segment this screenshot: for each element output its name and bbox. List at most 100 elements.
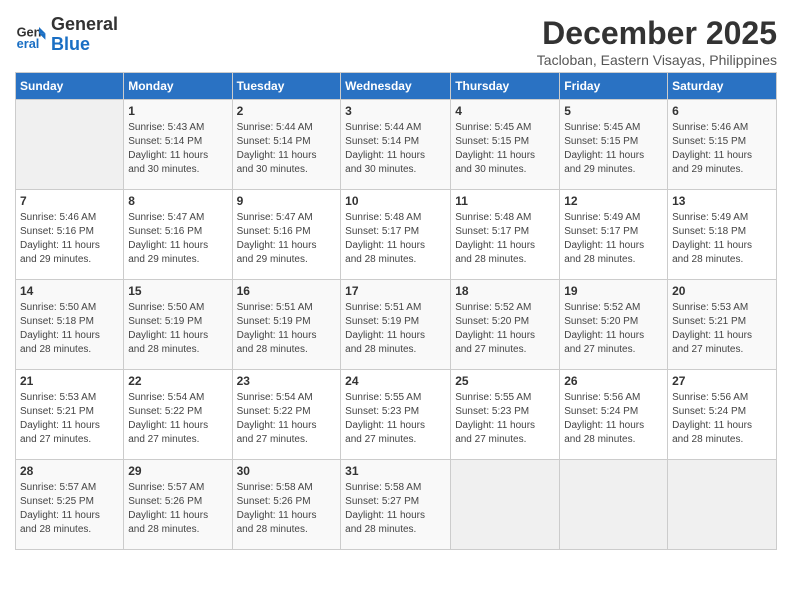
calendar-cell: 7 Sunrise: 5:46 AM Sunset: 5:16 PM Daylig… — [16, 190, 124, 280]
day-info: Sunrise: 5:58 AM Sunset: 5:26 PM Dayligh… — [237, 481, 337, 537]
calendar-cell: 21 Sunrise: 5:53 AM Sunset: 5:21 PM Dayli… — [16, 370, 124, 460]
calendar-cell: 20Sunrise: 5:53 AM Sunset: 5:21 PM Dayli… — [668, 280, 777, 370]
calendar-cell: 24 Sunrise: 5:55 AM Sunset: 5:23 PM Dayli… — [341, 370, 451, 460]
weekday-header-saturday: Saturday — [668, 73, 777, 100]
calendar-week-row: 14Sunrise: 5:50 AM Sunset: 5:18 PM Dayli… — [16, 280, 777, 370]
day-number: 11 — [455, 194, 555, 208]
day-info: Sunrise: 5:49 AM Sunset: 5:17 PM Dayligh… — [564, 211, 663, 267]
day-number: 20 — [672, 284, 772, 298]
day-number: 6 — [672, 104, 772, 118]
subtitle: Tacloban, Eastern Visayas, Philippines — [537, 52, 777, 68]
day-number: 24 — [345, 374, 446, 388]
calendar-cell: 26 Sunrise: 5:56 AM Sunset: 5:24 PM Dayli… — [560, 370, 668, 460]
calendar-cell: 11 Sunrise: 5:48 AM Sunset: 5:17 PM Dayli… — [451, 190, 560, 280]
day-number: 23 — [237, 374, 337, 388]
day-number: 18 — [455, 284, 555, 298]
page-header: Gen eral General Blue December 2025 Tacl… — [15, 15, 777, 68]
day-info: Sunrise: 5:58 AM Sunset: 5:27 PM Dayligh… — [345, 481, 446, 537]
calendar-cell: 19 Sunrise: 5:52 AM Sunset: 5:20 PM Dayli… — [560, 280, 668, 370]
day-number: 21 — [20, 374, 119, 388]
day-info: Sunrise: 5:56 AM Sunset: 5:24 PM Dayligh… — [564, 391, 663, 447]
calendar-cell: 27Sunrise: 5:56 AM Sunset: 5:24 PM Dayli… — [668, 370, 777, 460]
day-info: Sunrise: 5:55 AM Sunset: 5:23 PM Dayligh… — [345, 391, 446, 447]
day-info: Sunrise: 5:56 AM Sunset: 5:24 PM Dayligh… — [672, 391, 772, 447]
day-info: Sunrise: 5:46 AM Sunset: 5:16 PM Dayligh… — [20, 211, 119, 267]
calendar-cell: 6 Sunrise: 5:46 AM Sunset: 5:15 PM Daylig… — [668, 100, 777, 190]
calendar-cell: 9 Sunrise: 5:47 AM Sunset: 5:16 PM Daylig… — [232, 190, 341, 280]
calendar-table: SundayMondayTuesdayWednesdayThursdayFrid… — [15, 72, 777, 550]
day-info: Sunrise: 5:48 AM Sunset: 5:17 PM Dayligh… — [345, 211, 446, 267]
calendar-cell: 1 Sunrise: 5:43 AM Sunset: 5:14 PM Daylig… — [124, 100, 232, 190]
svg-text:eral: eral — [17, 36, 40, 51]
calendar-week-row: 28Sunrise: 5:57 AM Sunset: 5:25 PM Dayli… — [16, 460, 777, 550]
weekday-header-tuesday: Tuesday — [232, 73, 341, 100]
day-info: Sunrise: 5:48 AM Sunset: 5:17 PM Dayligh… — [455, 211, 555, 267]
calendar-week-row: 21 Sunrise: 5:53 AM Sunset: 5:21 PM Dayli… — [16, 370, 777, 460]
day-info: Sunrise: 5:51 AM Sunset: 5:19 PM Dayligh… — [237, 301, 337, 357]
day-info: Sunrise: 5:52 AM Sunset: 5:20 PM Dayligh… — [564, 301, 663, 357]
day-info: Sunrise: 5:54 AM Sunset: 5:22 PM Dayligh… — [237, 391, 337, 447]
calendar-cell: 17Sunrise: 5:51 AM Sunset: 5:19 PM Dayli… — [341, 280, 451, 370]
logo-icon: Gen eral — [15, 19, 47, 51]
day-info: Sunrise: 5:45 AM Sunset: 5:15 PM Dayligh… — [564, 121, 663, 177]
calendar-cell: 5 Sunrise: 5:45 AM Sunset: 5:15 PM Daylig… — [560, 100, 668, 190]
day-number: 4 — [455, 104, 555, 118]
calendar-cell — [451, 460, 560, 550]
day-number: 29 — [128, 464, 227, 478]
day-info: Sunrise: 5:45 AM Sunset: 5:15 PM Dayligh… — [455, 121, 555, 177]
calendar-cell: 16 Sunrise: 5:51 AM Sunset: 5:19 PM Dayli… — [232, 280, 341, 370]
calendar-cell: 8Sunrise: 5:47 AM Sunset: 5:16 PM Daylig… — [124, 190, 232, 280]
calendar-cell: 29 Sunrise: 5:57 AM Sunset: 5:26 PM Dayli… — [124, 460, 232, 550]
calendar-week-row: 7 Sunrise: 5:46 AM Sunset: 5:16 PM Daylig… — [16, 190, 777, 280]
calendar-cell: 3Sunrise: 5:44 AM Sunset: 5:14 PM Daylig… — [341, 100, 451, 190]
calendar-cell: 4 Sunrise: 5:45 AM Sunset: 5:15 PM Daylig… — [451, 100, 560, 190]
calendar-cell: 23 Sunrise: 5:54 AM Sunset: 5:22 PM Dayli… — [232, 370, 341, 460]
calendar-cell — [560, 460, 668, 550]
day-number: 17 — [345, 284, 446, 298]
day-number: 31 — [345, 464, 446, 478]
month-title: December 2025 — [537, 15, 777, 52]
weekday-header-thursday: Thursday — [451, 73, 560, 100]
day-number: 14 — [20, 284, 119, 298]
day-info: Sunrise: 5:52 AM Sunset: 5:20 PM Dayligh… — [455, 301, 555, 357]
day-number: 9 — [237, 194, 337, 208]
calendar-cell: 28Sunrise: 5:57 AM Sunset: 5:25 PM Dayli… — [16, 460, 124, 550]
day-info: Sunrise: 5:53 AM Sunset: 5:21 PM Dayligh… — [20, 391, 119, 447]
day-number: 1 — [128, 104, 227, 118]
day-number: 7 — [20, 194, 119, 208]
day-info: Sunrise: 5:55 AM Sunset: 5:23 PM Dayligh… — [455, 391, 555, 447]
weekday-header-wednesday: Wednesday — [341, 73, 451, 100]
calendar-cell: 2Sunrise: 5:44 AM Sunset: 5:14 PM Daylig… — [232, 100, 341, 190]
day-number: 19 — [564, 284, 663, 298]
day-number: 13 — [672, 194, 772, 208]
calendar-week-row: 1 Sunrise: 5:43 AM Sunset: 5:14 PM Daylig… — [16, 100, 777, 190]
day-number: 30 — [237, 464, 337, 478]
calendar-cell: 10 Sunrise: 5:48 AM Sunset: 5:17 PM Dayli… — [341, 190, 451, 280]
day-info: Sunrise: 5:57 AM Sunset: 5:26 PM Dayligh… — [128, 481, 227, 537]
calendar-cell: 18 Sunrise: 5:52 AM Sunset: 5:20 PM Dayli… — [451, 280, 560, 370]
day-info: Sunrise: 5:47 AM Sunset: 5:16 PM Dayligh… — [237, 211, 337, 267]
day-number: 8 — [128, 194, 227, 208]
day-number: 5 — [564, 104, 663, 118]
calendar-cell — [668, 460, 777, 550]
weekday-header-sunday: Sunday — [16, 73, 124, 100]
title-section: December 2025 Tacloban, Eastern Visayas,… — [537, 15, 777, 68]
weekday-header-friday: Friday — [560, 73, 668, 100]
calendar-cell: 25 Sunrise: 5:55 AM Sunset: 5:23 PM Dayli… — [451, 370, 560, 460]
day-info: Sunrise: 5:46 AM Sunset: 5:15 PM Dayligh… — [672, 121, 772, 177]
day-number: 10 — [345, 194, 446, 208]
calendar-cell: 12Sunrise: 5:49 AM Sunset: 5:17 PM Dayli… — [560, 190, 668, 280]
day-info: Sunrise: 5:57 AM Sunset: 5:25 PM Dayligh… — [20, 481, 119, 537]
calendar-cell: 15Sunrise: 5:50 AM Sunset: 5:19 PM Dayli… — [124, 280, 232, 370]
calendar-cell: 13Sunrise: 5:49 AM Sunset: 5:18 PM Dayli… — [668, 190, 777, 280]
day-info: Sunrise: 5:43 AM Sunset: 5:14 PM Dayligh… — [128, 121, 227, 177]
day-number: 26 — [564, 374, 663, 388]
weekday-header-row: SundayMondayTuesdayWednesdayThursdayFrid… — [16, 73, 777, 100]
calendar-cell: 30 Sunrise: 5:58 AM Sunset: 5:26 PM Dayli… — [232, 460, 341, 550]
day-info: Sunrise: 5:50 AM Sunset: 5:19 PM Dayligh… — [128, 301, 227, 357]
logo: Gen eral General Blue — [15, 15, 118, 55]
calendar-cell — [16, 100, 124, 190]
day-number: 3 — [345, 104, 446, 118]
day-number: 16 — [237, 284, 337, 298]
day-number: 25 — [455, 374, 555, 388]
